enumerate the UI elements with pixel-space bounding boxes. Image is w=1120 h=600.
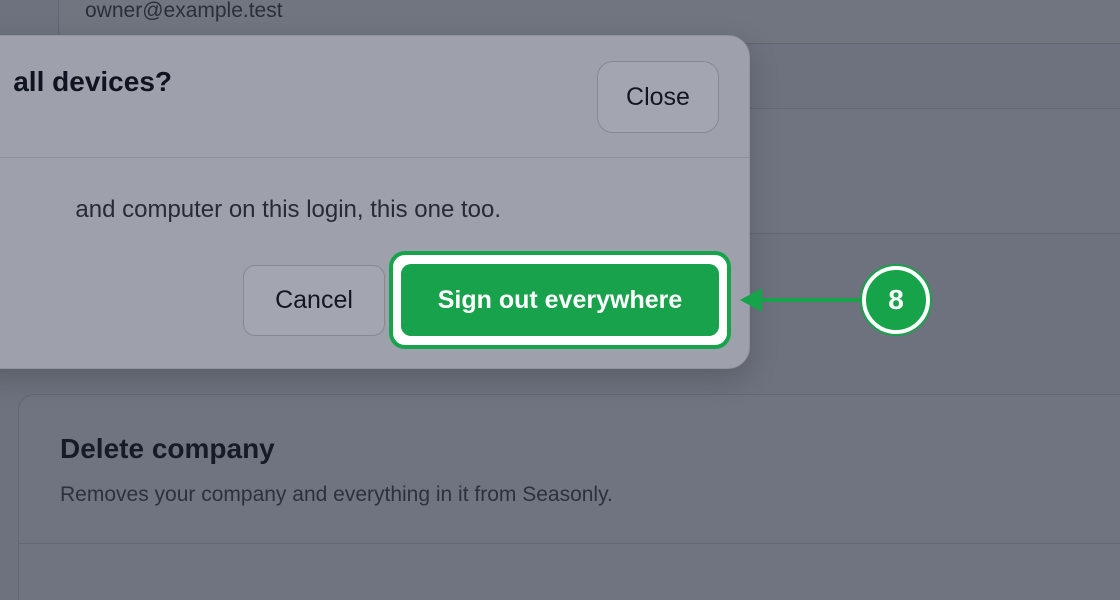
email-field-value: owner@example.test — [85, 0, 283, 22]
step-badge: 8 — [862, 266, 930, 334]
dialog-divider — [0, 157, 749, 158]
pointer-arrow-icon — [740, 288, 866, 312]
sign-out-dialog: all devices? Close and computer on this … — [0, 35, 750, 369]
page: owner@example.test Delete company Remove… — [0, 0, 1120, 600]
delete-company-title: Delete company — [60, 433, 275, 464]
close-button[interactable]: Close — [597, 61, 719, 133]
dialog-title: all devices? — [13, 66, 172, 97]
cancel-button[interactable]: Cancel — [243, 265, 385, 336]
card-divider — [19, 543, 1120, 544]
sign-out-everywhere-button[interactable]: Sign out everywhere — [401, 264, 719, 336]
dialog-body-text: and computer on this login, this one too… — [75, 196, 501, 223]
delete-company-description: Removes your company and everything in i… — [60, 483, 613, 506]
delete-company-card: Delete company Removes your company and … — [18, 394, 1120, 600]
